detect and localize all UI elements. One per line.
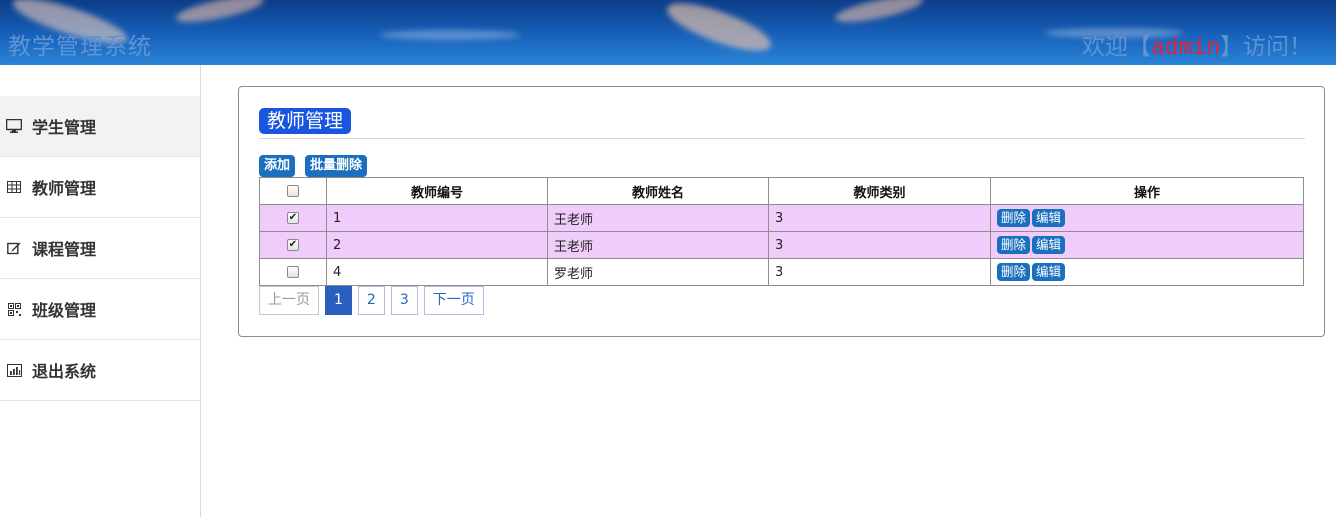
- prev-page-button[interactable]: 上一页: [259, 286, 319, 315]
- system-title: 教学管理系统: [8, 34, 152, 60]
- sidebar-item-class[interactable]: 班级管理: [0, 279, 200, 340]
- sidebar-item-label: 学生管理: [32, 118, 97, 137]
- sidebar-item-course[interactable]: 课程管理: [0, 218, 200, 279]
- delete-button[interactable]: 删除: [997, 236, 1031, 254]
- page-2-button[interactable]: 2: [357, 286, 385, 315]
- sidebar-item-label: 退出系统: [32, 362, 97, 381]
- panel-divider: [259, 138, 1305, 139]
- table-row[interactable]: ✔ 1 王老师 3 删除 编辑: [259, 204, 1304, 232]
- teacher-management-panel: 教师管理 添加 批量删除 教师编号 教师姓名 教师类别 操作 ✔ 1 王老师 3…: [238, 86, 1325, 337]
- select-all-checkbox[interactable]: [287, 185, 299, 197]
- page-1-button[interactable]: 1: [325, 286, 352, 315]
- cell-id: 1: [326, 204, 548, 232]
- sidebar-item-teacher[interactable]: 教师管理: [0, 157, 200, 218]
- sidebar-item-logout[interactable]: 退出系统: [0, 340, 200, 401]
- monitor-icon: [6, 118, 22, 134]
- add-button[interactable]: 添加: [259, 155, 296, 177]
- table-header-row: 教师编号 教师姓名 教师类别 操作: [259, 177, 1304, 205]
- header-banner: 教学管理系统 欢迎【admin】访问！: [0, 0, 1336, 65]
- welcome-message: 欢迎【admin】访问！: [1082, 27, 1312, 61]
- bar-chart-icon: [6, 362, 22, 378]
- column-header-type[interactable]: 教师类别: [768, 177, 991, 205]
- sidebar-item-student[interactable]: 学生管理: [0, 96, 200, 157]
- pagination: 上一页 1 2 3 下一页: [259, 286, 484, 316]
- edit-icon: [6, 240, 22, 256]
- table-row[interactable]: 4 罗老师 3 删除 编辑: [259, 258, 1304, 286]
- sidebar-item-label: 班级管理: [32, 301, 97, 320]
- table-icon: [6, 179, 22, 195]
- cell-type: 3: [768, 258, 991, 286]
- select-all-header[interactable]: [259, 177, 327, 205]
- page-3-button[interactable]: 3: [390, 286, 418, 315]
- welcome-prefix: 欢迎【: [1081, 34, 1151, 60]
- edit-button[interactable]: 编辑: [1032, 236, 1066, 254]
- column-header-name[interactable]: 教师姓名: [547, 177, 769, 205]
- row-select-cell[interactable]: ✔: [259, 231, 327, 259]
- cell-type: 3: [768, 204, 991, 232]
- row-select-cell[interactable]: ✔: [259, 204, 327, 232]
- row-checkbox[interactable]: [287, 266, 299, 278]
- panel-title: 教师管理: [259, 108, 352, 134]
- qrcode-icon: [6, 301, 22, 317]
- sidebar-item-label: 课程管理: [32, 240, 97, 259]
- delete-button[interactable]: 删除: [997, 209, 1031, 227]
- cell-actions: 删除 编辑: [990, 258, 1304, 286]
- delete-button[interactable]: 删除: [997, 263, 1031, 281]
- cell-actions: 删除 编辑: [990, 204, 1304, 232]
- username: admin: [1150, 35, 1220, 61]
- cell-type: 3: [768, 231, 991, 259]
- row-checkbox[interactable]: ✔: [287, 239, 299, 251]
- teacher-table: 教师编号 教师姓名 教师类别 操作 ✔ 1 王老师 3 删除 编辑 ✔ 2 王老师…: [259, 177, 1304, 286]
- row-checkbox[interactable]: ✔: [287, 212, 299, 224]
- column-header-actions: 操作: [990, 177, 1304, 205]
- column-header-id[interactable]: 教师编号: [326, 177, 548, 205]
- welcome-suffix: 】访问！: [1220, 34, 1312, 60]
- sidebar-item-label: 教师管理: [32, 179, 97, 198]
- batch-delete-button[interactable]: 批量删除: [305, 155, 368, 177]
- row-select-cell[interactable]: [259, 258, 327, 286]
- cell-name: 王老师: [547, 204, 769, 232]
- cell-name: 王老师: [547, 231, 769, 259]
- edit-button[interactable]: 编辑: [1032, 263, 1066, 281]
- cell-name: 罗老师: [547, 258, 769, 286]
- cell-actions: 删除 编辑: [990, 231, 1304, 259]
- cell-id: 2: [326, 231, 548, 259]
- table-row[interactable]: ✔ 2 王老师 3 删除 编辑: [259, 231, 1304, 259]
- edit-button[interactable]: 编辑: [1032, 209, 1066, 227]
- sidebar: 学生管理 教师管理 课程管理 班级管理 退出系统: [0, 65, 201, 517]
- next-page-button[interactable]: 下一页: [423, 286, 484, 315]
- cell-id: 4: [326, 258, 548, 286]
